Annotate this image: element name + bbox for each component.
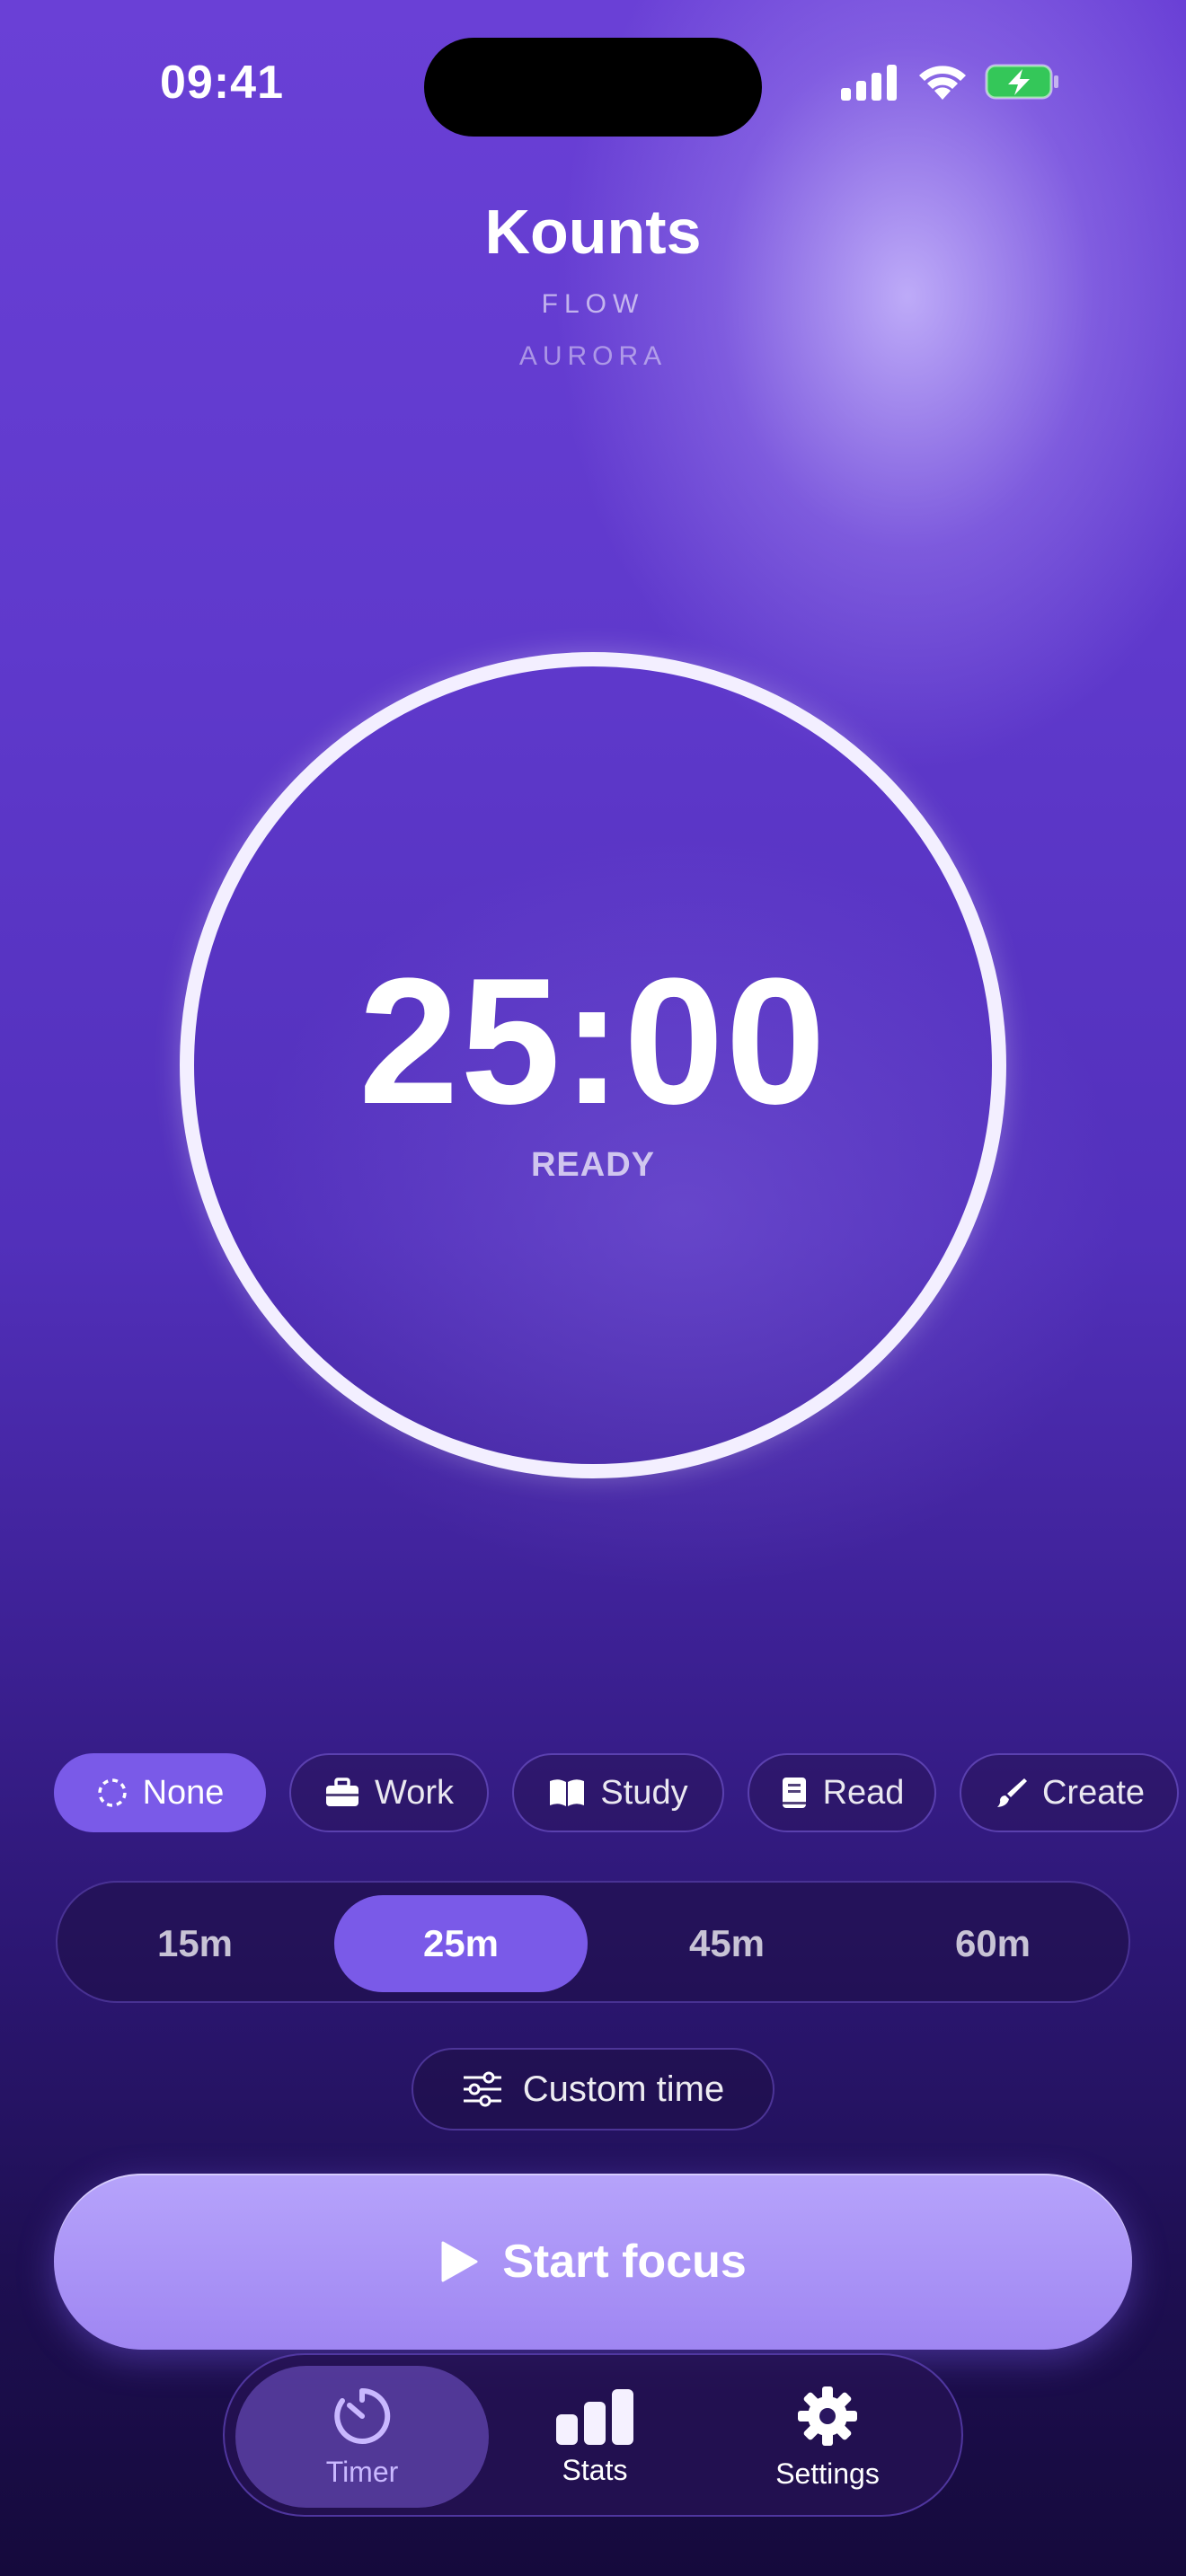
timer-icon (334, 2387, 391, 2444)
category-chip-study[interactable]: Study (512, 1753, 724, 1832)
timer-display: 25:00 (358, 941, 828, 1142)
bar-chart-icon (556, 2388, 633, 2445)
app-subtitle: FLOW (541, 289, 645, 319)
open-book-icon (550, 1779, 585, 1806)
tab-bar: Timer Stats Settings (223, 2353, 963, 2517)
battery-charging-icon (985, 64, 1058, 100)
duration-option-60m[interactable]: 60m (866, 1895, 1120, 1992)
custom-time-button[interactable]: Custom time (412, 2048, 774, 2130)
duration-selector: 15m 25m 45m 60m (56, 1881, 1130, 2003)
gear-icon (798, 2386, 857, 2446)
start-focus-button[interactable]: Start focus (54, 2174, 1132, 2350)
dynamic-island (424, 38, 762, 137)
category-label: Read (822, 1773, 905, 1812)
timer-status: READY (530, 1146, 656, 1184)
category-label: Work (375, 1773, 454, 1812)
play-icon (441, 2241, 478, 2282)
status-icons (839, 59, 1060, 104)
category-chip-none[interactable]: None (54, 1753, 266, 1832)
duration-option-45m[interactable]: 45m (600, 1895, 854, 1992)
duration-option-25m[interactable]: 25m (334, 1895, 588, 1992)
dashed-circle-icon (97, 1778, 127, 1807)
paintbrush-icon (996, 1778, 1027, 1807)
duration-option-15m[interactable]: 15m (68, 1895, 322, 1992)
category-chip-create[interactable]: Create (960, 1753, 1179, 1832)
start-focus-label: Start focus (502, 2236, 747, 2288)
category-label: None (142, 1773, 225, 1812)
tab-label: Timer (325, 2455, 399, 2488)
sliders-icon (463, 2071, 501, 2107)
custom-time-label: Custom time (522, 2069, 725, 2109)
theme-name: AURORA (518, 341, 668, 371)
tab-label: Stats (562, 2453, 628, 2486)
tab-label: Settings (775, 2457, 880, 2490)
cellular-signal-icon (841, 65, 897, 101)
tab-settings[interactable]: Settings (701, 2366, 954, 2508)
category-chip-work[interactable]: Work (289, 1753, 489, 1832)
book-icon (782, 1778, 806, 1808)
category-label: Create (1041, 1773, 1146, 1812)
tab-stats[interactable]: Stats (468, 2366, 721, 2508)
tab-timer[interactable]: Timer (235, 2366, 489, 2508)
app-title: Kounts (484, 197, 702, 267)
status-time: 09:41 (160, 57, 284, 109)
category-label: Study (600, 1773, 688, 1812)
wifi-icon (919, 66, 966, 100)
briefcase-icon (326, 1778, 359, 1806)
category-chip-read[interactable]: Read (748, 1753, 936, 1832)
